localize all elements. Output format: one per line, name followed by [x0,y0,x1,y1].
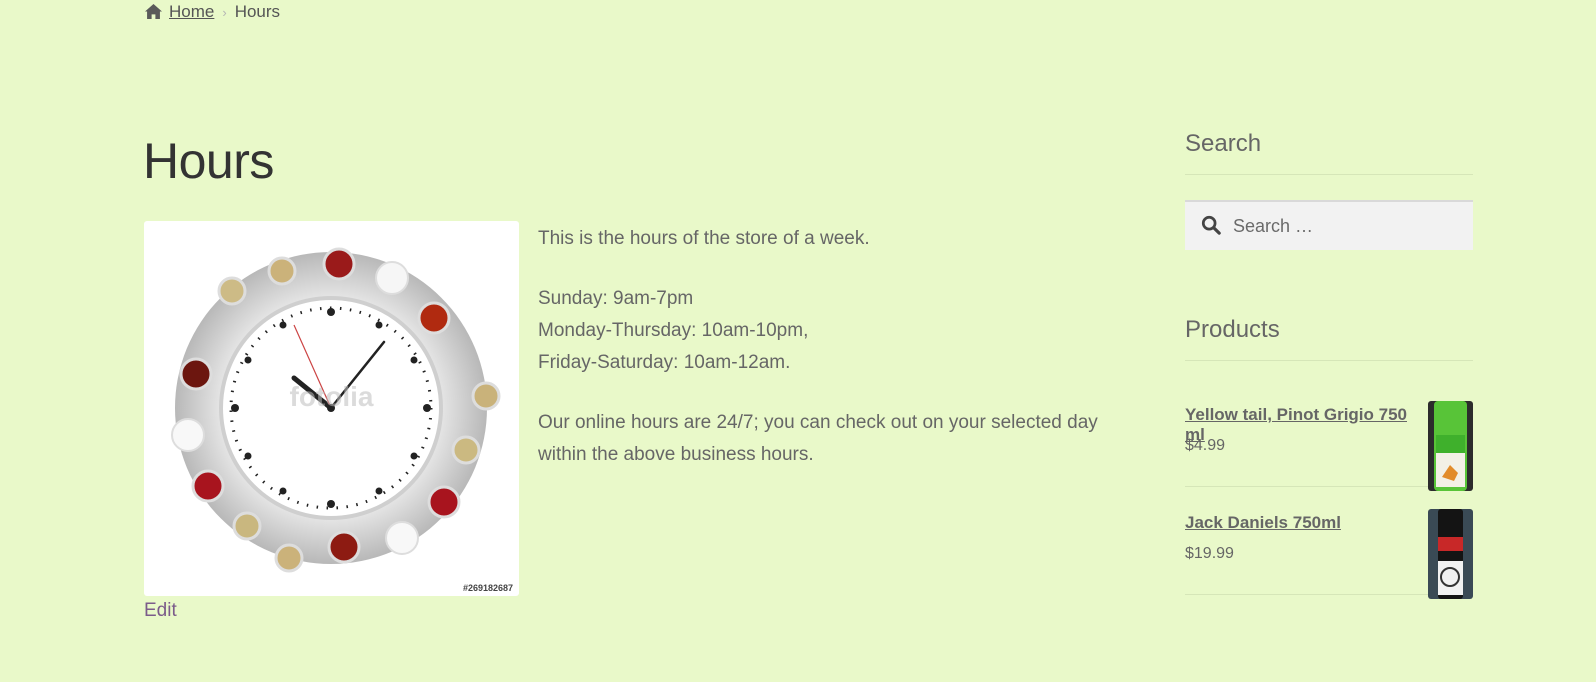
edit-link[interactable]: Edit [144,600,177,622]
product-price: $4.99 [1185,437,1226,454]
hours-line: Sunday: 9am-7pm [538,288,694,309]
breadcrumb: Home › Hours [144,2,280,22]
sidebar: Search Products Yellow tail, Pinot Grigi… [1185,130,1473,599]
breadcrumb-home-link[interactable]: Home [169,2,214,22]
page-content: This is the hours of the store of a week… [538,223,1108,499]
product-item: Yellow tail, Pinot Grigio 750 ml $4.99 [1185,391,1473,491]
product-thumbnail[interactable] [1428,509,1473,599]
breadcrumb-separator-icon: › [222,4,227,20]
breadcrumb-current: Hours [234,2,281,21]
home-icon[interactable] [144,3,163,22]
page-title: Hours [143,133,274,189]
search-icon[interactable] [1201,215,1223,237]
search-form [1185,200,1473,250]
image-watermark: fotolia [289,381,374,412]
hours-line: Monday-Thursday: 10am-10pm, [538,320,809,341]
products-widget-title: Products [1185,316,1473,361]
search-input[interactable] [1231,214,1465,238]
image-id-label: #269182687 [462,583,513,593]
hours-clock-image: fotolia #269182687 [144,221,519,596]
product-link[interactable]: Jack Daniels 750ml [1185,513,1420,533]
product-list: Yellow tail, Pinot Grigio 750 ml $4.99 J… [1185,391,1473,599]
search-widget-title: Search [1185,130,1473,175]
hours-list: Sunday: 9am-7pm Monday-Thursday: 10am-10… [538,283,1108,379]
product-item: Jack Daniels 750ml $19.99 [1185,499,1473,599]
product-thumbnail[interactable] [1428,401,1473,491]
online-hours-note: Our online hours are 24/7; you can check… [538,412,1098,465]
hours-line: Friday-Saturday: 10am-12am. [538,352,791,373]
intro-text: This is the hours of the store of a week… [538,228,870,249]
product-price: $19.99 [1185,545,1234,562]
